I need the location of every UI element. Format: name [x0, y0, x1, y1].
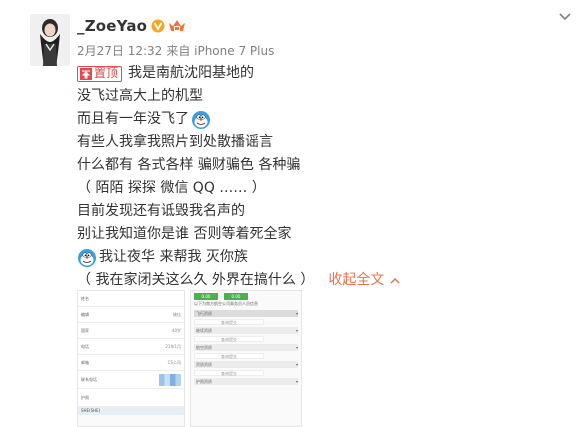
submit-button: 查询提交	[194, 319, 264, 325]
collapse-full-text-link[interactable]: 收起全文	[328, 269, 400, 292]
text-line-2: 没飞过高大上的机型	[77, 88, 203, 104]
thumbnail-note: 以下为南方航空公司乘务员人员信息	[194, 301, 258, 306]
section-bar: 继续资质 ▾	[194, 327, 298, 334]
submit-button: 查询提交	[194, 353, 264, 359]
image-thumbnail-2[interactable]: 0.00 0.00 以下为南方航空公司乘务员人员信息 飞行资质 ▾ 查询提交 继续…	[190, 290, 302, 427]
text-line-9: 我让夜华 来帮我 灭你族	[99, 249, 248, 265]
blurred-mosaic	[159, 373, 181, 386]
text-line: 置顶 我是南航沈阳基地的	[77, 62, 557, 85]
text-line-3: 而且有一年没飞了	[77, 111, 189, 127]
doraemon-emoji-icon	[192, 110, 210, 129]
section-bar: 航空资质 ▾	[194, 344, 298, 351]
pinned-label: 置顶	[94, 66, 119, 80]
form-row: 编辑 姚佳	[78, 307, 184, 323]
form-row: 电话 21年1月	[78, 339, 184, 355]
section-bar: 护照资质 ▾	[194, 378, 298, 385]
username[interactable]: _ZoeYao	[77, 17, 147, 35]
green-value-box: 0.00	[194, 293, 218, 300]
verified-badge-icon	[151, 19, 165, 33]
collapse-label: 收起全文	[328, 272, 385, 288]
text-line-10: （ 我在家闭关这么久 外界在搞什么 ）	[77, 272, 315, 288]
post-body: 置顶 我是南航沈阳基地的 没飞过高大上的机型 而且有一年没飞了 有些人我拿我照片…	[77, 62, 557, 292]
post-meta: 2月27日 12:32 来自 iPhone 7 Plus	[77, 42, 274, 59]
text-line-1: 我是南航沈阳基地的	[128, 65, 255, 81]
image-thumbnail-1[interactable]: 姓名 编辑 姚佳 国家 40岁 电话 21年1月 邮箱 CS公司 联系电话 护照 SHE…	[77, 290, 185, 427]
post-header: _ZoeYao	[77, 13, 186, 39]
form-row: 邮箱 CS公司	[78, 355, 184, 371]
form-row: 联系电话	[78, 371, 184, 389]
chevron-up-icon	[390, 277, 400, 284]
avatar[interactable]	[30, 14, 70, 66]
submit-button: 查询提交	[194, 370, 264, 376]
text-line-8: 别让我知道你是谁 否则等着死全家	[77, 226, 292, 242]
form-row: 国家 40岁	[78, 323, 184, 339]
chevron-down-icon[interactable]	[558, 12, 572, 22]
member-level-icon[interactable]	[168, 18, 186, 34]
pin-top-icon	[80, 67, 92, 80]
pinned-badge: 置顶	[77, 65, 123, 82]
section-bar: 飞行资质 ▾	[194, 310, 298, 317]
weibo-post-card: _ZoeYao 2月27日 12:32 来自 iPhone 7 Plus 置顶 …	[0, 0, 585, 427]
doraemon-emoji-icon	[78, 248, 96, 267]
form-row: 护照	[78, 389, 184, 407]
section-bar: 资质资质 ▾	[194, 361, 298, 368]
post-source: 来自 iPhone 7 Plus	[166, 44, 275, 58]
text-line-6: （ 陌陌 探探 微信 QQ …… ）	[77, 180, 266, 196]
submit-button: 查询提交	[194, 336, 264, 342]
green-value-box: 0.00	[224, 293, 248, 300]
text-line-5: 什么都有 各式各样 骗财骗色 各种骗	[77, 157, 301, 173]
post-timestamp[interactable]: 2月27日 12:32	[77, 42, 162, 59]
form-footer: SHE(SHE)	[78, 407, 184, 415]
form-row: 姓名	[78, 291, 184, 307]
text-line-4: 有些人我拿我照片到处散播谣言	[77, 134, 273, 150]
text-line-7: 目前发现还有诋毁我名声的	[77, 203, 245, 219]
